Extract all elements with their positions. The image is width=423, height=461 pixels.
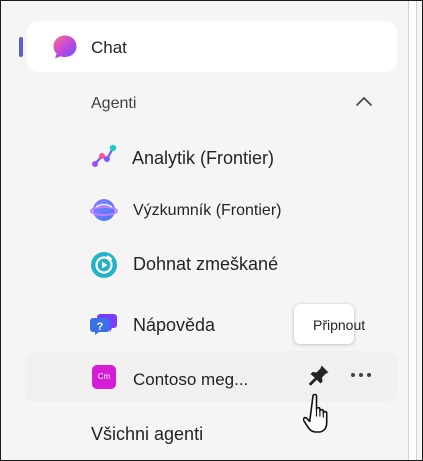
scrollbar[interactable]: [408, 1, 417, 460]
hand-cursor-icon: [303, 393, 328, 433]
agent-label: Analytik (Frontier): [132, 148, 275, 168]
agent-label: Dohnat zmeškané: [133, 254, 279, 274]
contoso-icon: Cm: [92, 365, 116, 389]
chat-icon: [53, 35, 77, 59]
nav-item-chat[interactable]: [27, 21, 397, 72]
more-options-icon[interactable]: [348, 366, 374, 384]
agent-label: Nápověda: [133, 315, 216, 335]
svg-text:?: ?: [97, 321, 104, 333]
help-icon: ?: [90, 314, 117, 335]
agent-label: Výzkumník (Frontier): [133, 202, 282, 219]
researcher-icon: [90, 199, 118, 221]
contoso-icon-text: Cm: [97, 372, 111, 381]
agent-label: Contoso meg...: [133, 370, 249, 389]
agents-section-header[interactable]: Agenti: [91, 95, 136, 113]
chevron-up-icon[interactable]: [355, 95, 373, 107]
selected-indicator: [19, 37, 23, 57]
chat-label: Chat: [91, 38, 127, 57]
analytics-icon: [92, 144, 117, 167]
pin-tooltip-text: Připnout: [313, 317, 366, 333]
catch-up-icon: [91, 252, 117, 278]
all-agents-link[interactable]: Všichni agenti: [91, 424, 203, 445]
pin-icon[interactable]: [307, 363, 331, 387]
